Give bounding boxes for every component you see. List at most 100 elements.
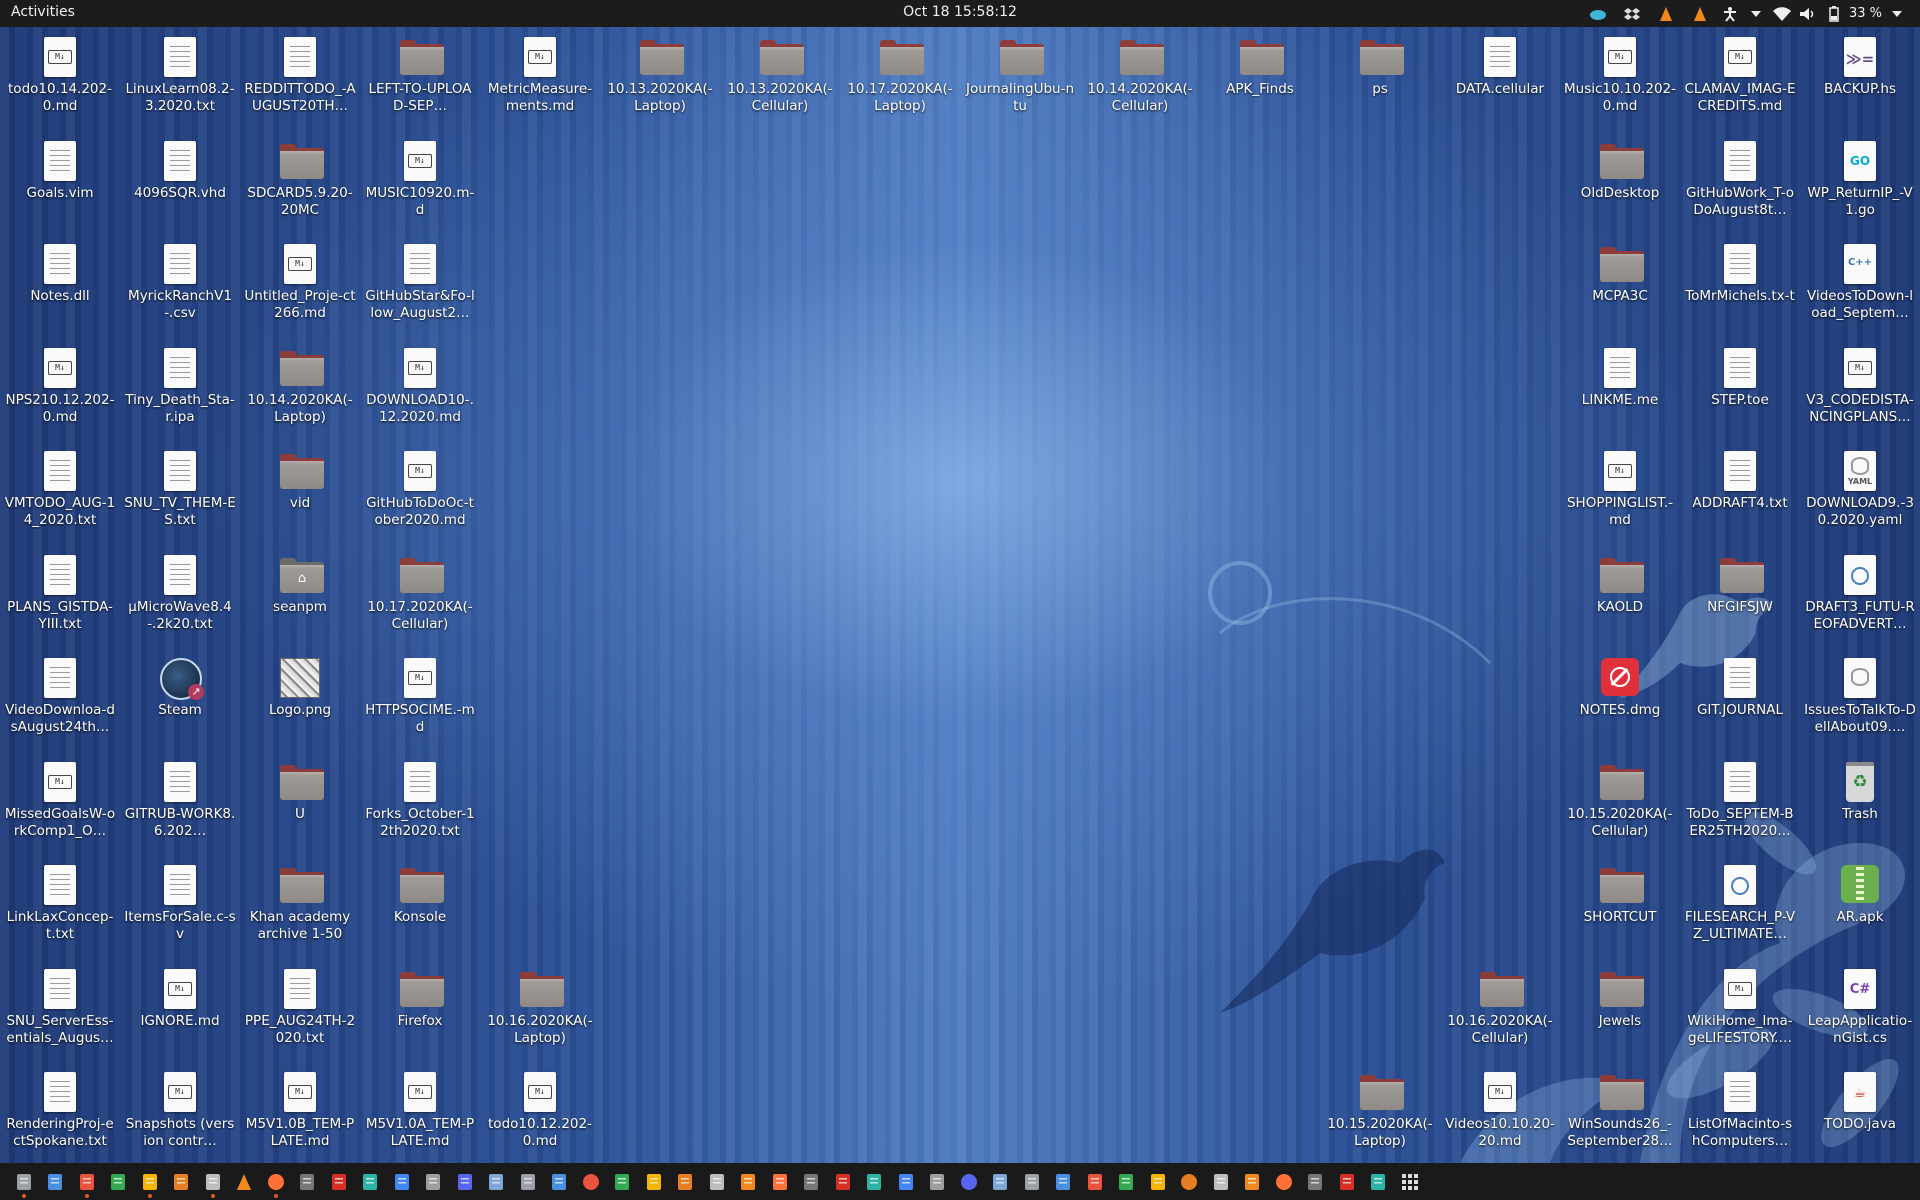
desktop-icon[interactable]: SNU_TV_THEM-ES.txt bbox=[121, 441, 239, 541]
desktop-icon[interactable]: ItemsForSale.c-sv bbox=[121, 855, 239, 955]
desktop-icon[interactable]: ps bbox=[1321, 27, 1439, 127]
desktop-icon[interactable]: NFGIFSJW bbox=[1681, 545, 1799, 645]
desktop-icon[interactable]: ToDo_SEPTEM-BER25TH2020… bbox=[1681, 752, 1799, 852]
editor-icon[interactable] bbox=[890, 1163, 922, 1200]
bookmark-icon[interactable] bbox=[323, 1163, 355, 1200]
desktop-icon[interactable]: M↓ todo10.12.202-0.md bbox=[481, 1062, 599, 1162]
monitor-icon[interactable] bbox=[859, 1163, 891, 1200]
desktop-icon[interactable]: Tiny_Death_Sta-r.ipa bbox=[121, 338, 239, 438]
desktop-icon[interactable]: GitHubStar&Fo-llow_August2… bbox=[361, 234, 479, 334]
desktop-icon[interactable]: SHORTCUT bbox=[1561, 855, 1679, 955]
discord-icon[interactable] bbox=[449, 1163, 481, 1200]
desktop-icon[interactable]: ↗ Steam bbox=[121, 648, 239, 748]
desktop-icon[interactable]: 4096SQR.vhd bbox=[121, 131, 239, 231]
desktop-icon[interactable]: 10.17.2020KA(-Cellular) bbox=[361, 545, 479, 645]
volume-icon[interactable] bbox=[1795, 0, 1821, 27]
desktop-icon[interactable]: M↓ Music10.10.202-0.md bbox=[1561, 27, 1679, 127]
search-icon[interactable] bbox=[481, 1163, 513, 1200]
desktop-icon[interactable]: M↓ Videos10.10.20-20.md bbox=[1441, 1062, 1559, 1162]
desktop-icon[interactable]: ADDRAFT4.txt bbox=[1681, 441, 1799, 541]
desktop-icon[interactable]: GO WP_ReturnIP_-V1.go bbox=[1801, 131, 1919, 231]
desktop-icon[interactable]: U bbox=[241, 752, 359, 852]
desktop-icon[interactable]: 10.15.2020KA(-Laptop) bbox=[1321, 1062, 1439, 1162]
bluetooth-icon[interactable] bbox=[1300, 1163, 1332, 1200]
discord-icon[interactable] bbox=[1048, 1163, 1080, 1200]
desktop-icon[interactable]: FILESEARCH_P-VZ_ULTIMATE… bbox=[1681, 855, 1799, 955]
desktop-icon[interactable]: SDCARD5.9.20-20MC bbox=[241, 131, 359, 231]
package-icon[interactable] bbox=[670, 1163, 702, 1200]
desktop-icon[interactable]: DATA.cellular bbox=[1441, 27, 1559, 127]
desktop[interactable]: M↓ todo10.14.202-0.md LinuxLearn08.2-3.202… bbox=[0, 27, 1920, 1163]
desktop-icon[interactable]: MCPA3C bbox=[1561, 234, 1679, 334]
desktop-icon[interactable]: 10.13.2020KA(-Laptop) bbox=[601, 27, 719, 127]
settings-icon[interactable] bbox=[922, 1163, 954, 1200]
circle-icon[interactable] bbox=[575, 1163, 607, 1200]
cloud-icon[interactable] bbox=[1363, 1163, 1395, 1200]
desktop-icon[interactable]: MyrickRanchV1-.csv bbox=[121, 234, 239, 334]
desktop-icon[interactable]: RenderingProj-ectSpokane.txt bbox=[1, 1062, 119, 1162]
shield-icon[interactable] bbox=[701, 1163, 733, 1200]
cloud-icon[interactable] bbox=[1581, 0, 1615, 27]
desktop-icon[interactable]: GITRUB-WORK8.6.202… bbox=[121, 752, 239, 852]
terminal-icon[interactable] bbox=[292, 1163, 324, 1200]
desktop-icon[interactable]: IssuesToTalkTo-DellAbout09.… bbox=[1801, 648, 1919, 748]
terminal-icon[interactable] bbox=[1331, 1163, 1363, 1200]
desktop-icon[interactable]: M↓ GitHubToDoOc-tober2020.md bbox=[361, 441, 479, 541]
desktop-icon[interactable]: vid bbox=[241, 441, 359, 541]
dropbox-icon[interactable] bbox=[1615, 0, 1649, 27]
desktop-icon[interactable]: Logo.png bbox=[241, 648, 359, 748]
cloud-icon[interactable] bbox=[1205, 1163, 1237, 1200]
desktop-icon[interactable]: M↓ DOWNLOAD10-.12.2020.md bbox=[361, 338, 479, 438]
desktop-icon[interactable]: PLANS_GISTDA-YIII.txt bbox=[1, 545, 119, 645]
desktop-icon[interactable]: Notes.dll bbox=[1, 234, 119, 334]
steam-icon[interactable] bbox=[1174, 1163, 1206, 1200]
desktop-icon[interactable]: KAOLD bbox=[1561, 545, 1679, 645]
desktop-icon[interactable]: GitHubWork_T-oDoAugust8t… bbox=[1681, 131, 1799, 231]
desktop-icon[interactable]: 10.14.2020KA(-Cellular) bbox=[1081, 27, 1199, 127]
desktop-icon[interactable]: 10.16.2020KA(-Cellular) bbox=[1441, 959, 1559, 1059]
desktop-icon[interactable]: ⌂ seanpm bbox=[241, 545, 359, 645]
calendar-icon[interactable] bbox=[71, 1163, 103, 1200]
clock[interactable]: Oct 18 15:58:12 bbox=[903, 4, 1017, 20]
terminal-icon[interactable] bbox=[8, 1163, 40, 1200]
desktop-icon[interactable]: GIT.JOURNAL bbox=[1681, 648, 1799, 748]
spreadsheet-icon[interactable] bbox=[103, 1163, 135, 1200]
phone-icon[interactable] bbox=[512, 1163, 544, 1200]
screenshot-icon[interactable] bbox=[638, 1163, 670, 1200]
desktop-icon[interactable]: LEFT-TO-UPLOAD-SEP… bbox=[361, 27, 479, 127]
desktop-icon[interactable]: YAML DOWNLOAD9.-30.2020.yaml bbox=[1801, 441, 1919, 541]
desktop-icon[interactable]: C++ VideosToDown-load_Septem… bbox=[1801, 234, 1919, 334]
desktop-icon[interactable]: M↓ MissedGoalsW-orkComp1_O… bbox=[1, 752, 119, 852]
writer-icon[interactable] bbox=[166, 1163, 198, 1200]
ubuntu-store-icon[interactable] bbox=[607, 1163, 639, 1200]
desktop-icon[interactable]: APK_Finds bbox=[1201, 27, 1319, 127]
desktop-icon[interactable]: M↓ Untitled_Proje-ct266.md bbox=[241, 234, 359, 334]
desktop-icon[interactable]: NOTES.dmg bbox=[1561, 648, 1679, 748]
desktop-icon[interactable]: M↓ WikiHome_Ima-geLIFESTORY.… bbox=[1681, 959, 1799, 1059]
desktop-icon[interactable]: 10.13.2020KA(-Cellular) bbox=[721, 27, 839, 127]
doc-icon[interactable] bbox=[386, 1163, 418, 1200]
desktop-icon[interactable]: M↓ CLAMAV_IMAG-ECREDITS.md bbox=[1681, 27, 1799, 127]
system-tray[interactable]: 33 % bbox=[1581, 0, 1910, 27]
desktop-icon[interactable]: M↓ NPS210.12.202-0.md bbox=[1, 338, 119, 438]
game-icon[interactable] bbox=[1237, 1163, 1269, 1200]
calendar-icon[interactable] bbox=[1016, 1163, 1048, 1200]
desktop-icon[interactable]: REDDITTODO_-AUGUST20TH… bbox=[241, 27, 359, 127]
app-icon[interactable] bbox=[985, 1163, 1017, 1200]
gauge-icon[interactable] bbox=[733, 1163, 765, 1200]
desktop-icon[interactable]: LinuxLearn08.2-3.2020.txt bbox=[121, 27, 239, 127]
desktop-icon[interactable]: ≫= BACKUP.hs bbox=[1801, 27, 1919, 127]
desktop-icon[interactable]: Firefox bbox=[361, 959, 479, 1059]
desktop-icon[interactable]: OldDesktop bbox=[1561, 131, 1679, 231]
desktop-icon[interactable]: µMicroWave8.4-.2k20.txt bbox=[121, 545, 239, 645]
desktop-icon[interactable]: ♻ Trash bbox=[1801, 752, 1919, 852]
desktop-icon[interactable]: M↓ Snapshots (version contr… bbox=[121, 1062, 239, 1162]
activities-button[interactable]: Activities bbox=[11, 4, 75, 20]
desktop-icon[interactable]: M↓ IGNORE.md bbox=[121, 959, 239, 1059]
desktop-icon[interactable]: M↓ V3_CODEDISTA-NCINGPLANS… bbox=[1801, 338, 1919, 438]
desktop-icon[interactable]: LinkLaxConcep-t.txt bbox=[1, 855, 119, 955]
tool-icon[interactable] bbox=[827, 1163, 859, 1200]
desktop-icon[interactable]: Jewels bbox=[1561, 959, 1679, 1059]
arrow-icon[interactable] bbox=[1142, 1163, 1174, 1200]
desktop-icon[interactable]: DRAFT3_FUTU-REOFADVERT… bbox=[1801, 545, 1919, 645]
